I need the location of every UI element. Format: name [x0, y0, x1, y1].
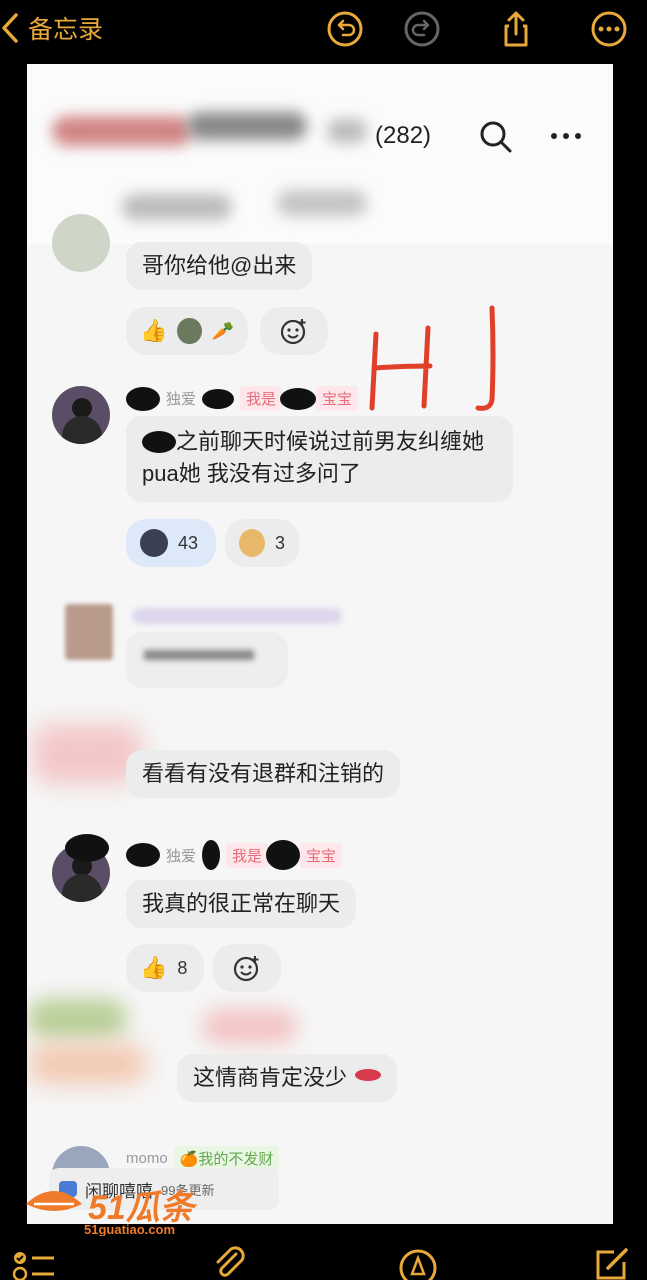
sender-name-row: 独爱 我是 宝宝 — [126, 840, 343, 870]
back-button[interactable]: 备忘录 — [0, 8, 103, 48]
member-tag: 我是 — [240, 386, 283, 411]
thumbs-up-icon: 👍 — [140, 955, 168, 980]
back-label: 备忘录 — [28, 16, 104, 44]
avatar[interactable] — [52, 214, 110, 272]
compose-icon[interactable] — [592, 1246, 632, 1280]
more-icon[interactable] — [590, 10, 628, 48]
member-tag-suffix: 宝宝 — [316, 386, 359, 411]
undo-icon[interactable] — [326, 10, 364, 48]
redaction-scribble — [202, 840, 221, 870]
watermark-logo-icon — [26, 1191, 82, 1211]
member-tag-suffix: 宝宝 — [300, 842, 343, 868]
redaction-scribble — [126, 386, 160, 411]
message-text: 这情商肯定没少 — [193, 1065, 348, 1090]
add-reaction-button[interactable] — [260, 307, 328, 355]
notes-bottom-bar — [0, 1236, 647, 1280]
message-bubble[interactable]: 看看有没有退群和注销的 — [126, 750, 401, 798]
reaction-avatar-icon — [177, 318, 202, 344]
redaction-blur — [122, 194, 232, 220]
redaction-scribble — [280, 387, 317, 410]
redaction-scribble — [266, 840, 301, 870]
reaction-count: 43 — [178, 532, 199, 553]
redo-icon[interactable] — [403, 10, 441, 48]
annotation-text: HJ — [27, 64, 28, 65]
member-count: (282) — [375, 122, 432, 149]
checklist-icon[interactable] — [12, 1248, 56, 1280]
redaction-scribble — [202, 388, 235, 409]
message-text: 之前聊天时候说过前男友纠缠她 pua她 我没有过多问了 — [142, 429, 485, 486]
reaction-chip[interactable]: 3 — [225, 519, 299, 567]
reaction-count: 8 — [177, 957, 188, 978]
avatar[interactable] — [65, 604, 113, 660]
attachment-icon[interactable] — [210, 1244, 246, 1280]
message-bubble[interactable]: 哥你给他@出来 — [126, 242, 313, 290]
redaction-blur — [27, 1044, 147, 1084]
embedded-chat-screenshot: (282) 哥你给他@出来 👍 🥕 HJ 独爱 我是 宝宝 之前聊天时候说过前男… — [27, 64, 613, 1224]
message-bubble[interactable]: 这情商肯定没少 — [177, 1054, 398, 1102]
redaction-blur — [132, 608, 342, 624]
reaction-chip[interactable]: 👍 🥕 — [126, 307, 248, 355]
redaction-scribble — [126, 843, 160, 867]
site-watermark: 51瓜条 51guatiao.com — [22, 1180, 232, 1240]
chat-header: (282) — [27, 64, 613, 244]
dog-face-icon — [239, 529, 265, 557]
redaction-scribble — [65, 834, 109, 862]
redaction-blur — [52, 116, 192, 146]
sender-name-row: 独爱 我是 宝宝 — [126, 386, 359, 411]
message-bubble[interactable] — [126, 632, 288, 688]
more-options-icon[interactable] — [549, 130, 583, 142]
chevron-left-icon — [2, 13, 18, 43]
avatar[interactable] — [52, 386, 110, 444]
add-emoji-icon — [280, 319, 306, 345]
cool-face-icon — [140, 529, 168, 557]
redaction-blur — [327, 119, 367, 143]
redaction-blur — [27, 999, 127, 1039]
redaction-blur — [144, 650, 254, 660]
sender-name: momo — [126, 1150, 168, 1167]
handwritten-annotation — [369, 305, 496, 411]
message-bubble[interactable]: 我真的很正常在聊天 — [126, 880, 357, 928]
member-tag: 我是 — [226, 842, 269, 868]
reaction-chip[interactable]: 👍 8 — [126, 944, 204, 992]
reaction-chip[interactable]: 43 — [126, 519, 216, 567]
redaction-scribble — [142, 431, 176, 453]
reaction-count: 3 — [274, 532, 285, 553]
carrot-icon: 🥕 — [211, 320, 234, 341]
notes-top-bar: 备忘录 — [0, 0, 647, 58]
sender-name-fragment: 独爱 — [166, 391, 197, 408]
redaction-blur — [187, 112, 307, 140]
share-icon[interactable] — [497, 10, 535, 48]
search-icon[interactable] — [479, 120, 513, 154]
redaction-blur — [277, 190, 367, 216]
lips-icon — [355, 1069, 382, 1081]
sender-name-fragment: 独爱 — [166, 847, 197, 865]
add-reaction-button[interactable] — [213, 944, 281, 992]
message-bubble[interactable]: 之前聊天时候说过前男友纠缠她 pua她 我没有过多问了 — [126, 416, 513, 502]
markup-icon[interactable] — [398, 1248, 438, 1280]
redaction-blur — [202, 1009, 297, 1044]
add-emoji-icon — [233, 956, 259, 982]
thumbs-up-icon: 👍 — [140, 318, 168, 343]
watermark-url: 51guatiao.com — [84, 1222, 176, 1237]
